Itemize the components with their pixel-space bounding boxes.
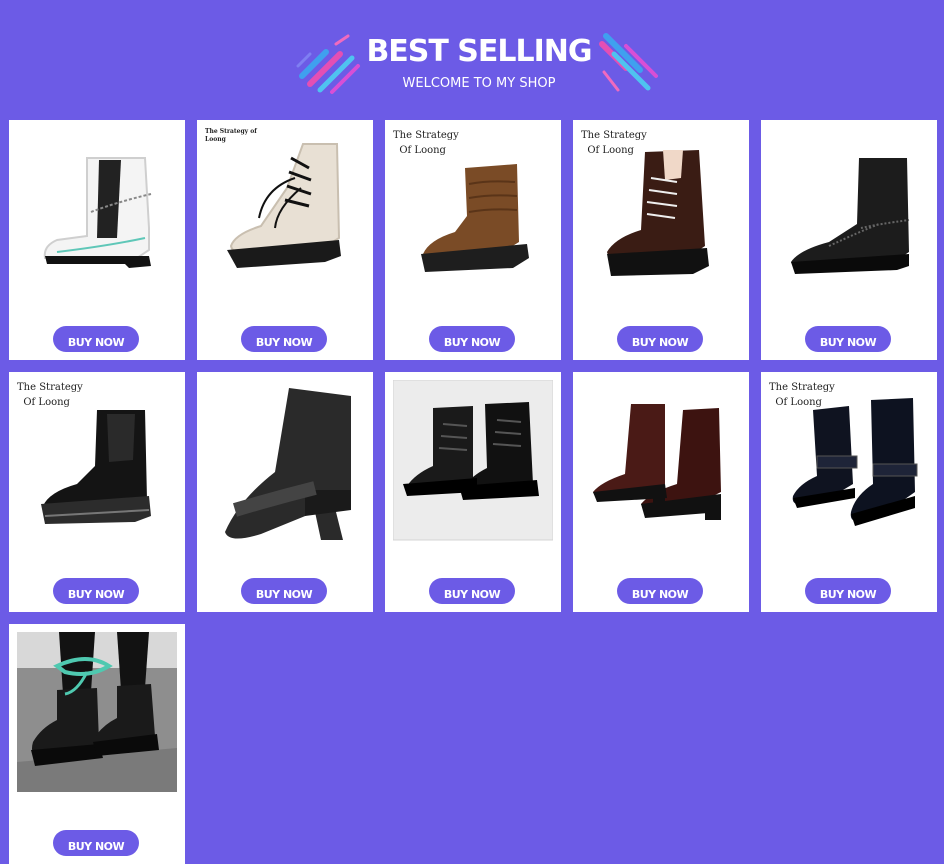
buy-now-button[interactable]: BUY NOW [429,578,515,604]
watermark-text: The Strategy Of Loong [393,130,459,156]
product-card[interactable]: BUY NOW [9,120,185,360]
buy-now-button[interactable]: BUY NOW [53,830,139,856]
buy-now-button[interactable]: BUY NOW [241,578,327,604]
product-card[interactable]: The Strategy Of Loong BUY NOW [573,120,749,360]
header-banner: BEST SELLING WELCOME TO MY SHOP [0,0,944,110]
product-card[interactable]: BUY NOW [9,624,185,864]
product-image[interactable] [17,632,177,800]
product-image[interactable] [205,128,365,296]
product-image[interactable] [17,128,177,296]
watermark-text: The Strategy of Loong [205,128,257,143]
buy-now-button[interactable]: BUY NOW [53,326,139,352]
decorative-stripes-right-icon [599,33,658,92]
watermark-text: The Strategy Of Loong [17,382,83,408]
product-card[interactable]: The Strategy Of Loong BUY NOW [9,372,185,612]
product-image[interactable] [393,380,553,548]
product-card[interactable]: BUY NOW [385,372,561,612]
buy-now-button[interactable]: BUY NOW [53,578,139,604]
buy-now-button[interactable]: BUY NOW [429,326,515,352]
buy-now-button[interactable]: BUY NOW [617,578,703,604]
watermark-text: The Strategy Of Loong [769,382,835,408]
watermark-text: The Strategy Of Loong [581,130,647,156]
product-card[interactable]: The Strategy of Loong BUY NOW [197,120,373,360]
product-card[interactable]: BUY NOW [197,372,373,612]
product-card[interactable]: BUY NOW [573,372,749,612]
product-card[interactable]: BUY NOW [761,120,937,360]
product-image[interactable] [769,128,929,296]
page-subtitle: WELCOME TO MY SHOP [402,76,556,91]
buy-now-button[interactable]: BUY NOW [805,326,891,352]
product-card[interactable]: The Strategy Of Loong BUY NOW [385,120,561,360]
buy-now-button[interactable]: BUY NOW [805,578,891,604]
product-image[interactable] [205,380,365,548]
product-card[interactable]: The Strategy Of Loong BUY NOW [761,372,937,612]
product-image[interactable] [581,380,741,548]
buy-now-button[interactable]: BUY NOW [241,326,327,352]
page-title: BEST SELLING [366,34,592,69]
buy-now-button[interactable]: BUY NOW [617,326,703,352]
